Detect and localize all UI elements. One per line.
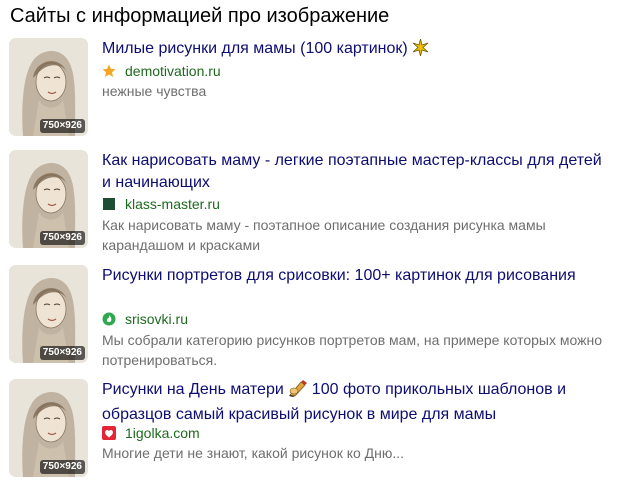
result-source[interactable]: 1igolka.com bbox=[102, 423, 200, 443]
result-domain: 1igolka.com bbox=[125, 425, 200, 441]
result-title: Милые рисунки для мамы (100 картинок) bbox=[102, 40, 408, 57]
green-square-icon bbox=[102, 197, 116, 211]
result-source[interactable]: klass-master.ru bbox=[102, 194, 220, 214]
image-size-badge: 750×926 bbox=[39, 346, 85, 360]
image-size-badge: 750×926 bbox=[39, 119, 85, 133]
result-thumbnail[interactable]: 750×926 bbox=[9, 265, 88, 363]
star-icon bbox=[102, 64, 116, 78]
result-title: Как нарисовать маму - легкие поэтапные м… bbox=[102, 152, 602, 191]
result-source[interactable]: srisovki.ru bbox=[102, 309, 188, 329]
green-circle-flame-icon bbox=[102, 312, 116, 326]
result-title-link[interactable]: Рисунки портретов для срисовки: 100+ кар… bbox=[102, 265, 607, 287]
result-snippet: Мы собрали категорию рисунков портретов … bbox=[102, 332, 602, 368]
image-size-badge: 750×926 bbox=[39, 231, 85, 245]
result-thumbnail[interactable]: 750×926 bbox=[9, 379, 88, 477]
result-domain: srisovki.ru bbox=[125, 311, 189, 327]
result-snippet: Многие дети не знают, какой рисунок ко Д… bbox=[102, 445, 405, 461]
result-title-link[interactable]: Милые рисунки для мамы (100 картинок) bbox=[102, 38, 607, 63]
result-snippet: Как нарисовать маму - поэтапное описание… bbox=[102, 217, 546, 253]
result-title-link[interactable]: Как нарисовать маму - легкие поэтапные м… bbox=[102, 150, 607, 194]
result-title-part1: Рисунки на День матери bbox=[102, 381, 284, 398]
result-domain: demotivation.ru bbox=[125, 63, 221, 79]
red-heart-icon bbox=[102, 426, 116, 440]
result-title: Рисунки портретов для срисовки: 100+ кар… bbox=[102, 267, 576, 284]
result-source[interactable]: demotivation.ru bbox=[102, 61, 221, 81]
result-thumbnail[interactable]: 750×926 bbox=[9, 150, 88, 248]
sparkle-icon bbox=[412, 38, 429, 63]
image-size-badge: 750×926 bbox=[39, 460, 85, 474]
writing-hand-icon bbox=[288, 379, 308, 404]
result-title-link[interactable]: Рисунки на День матери 100 фото прикольны… bbox=[102, 379, 607, 426]
result-domain: klass-master.ru bbox=[125, 196, 220, 212]
result-thumbnail[interactable]: 750×926 bbox=[9, 38, 88, 136]
section-title: Сайты с информацией про изображение bbox=[10, 5, 390, 27]
result-snippet: нежные чувства bbox=[102, 83, 207, 99]
